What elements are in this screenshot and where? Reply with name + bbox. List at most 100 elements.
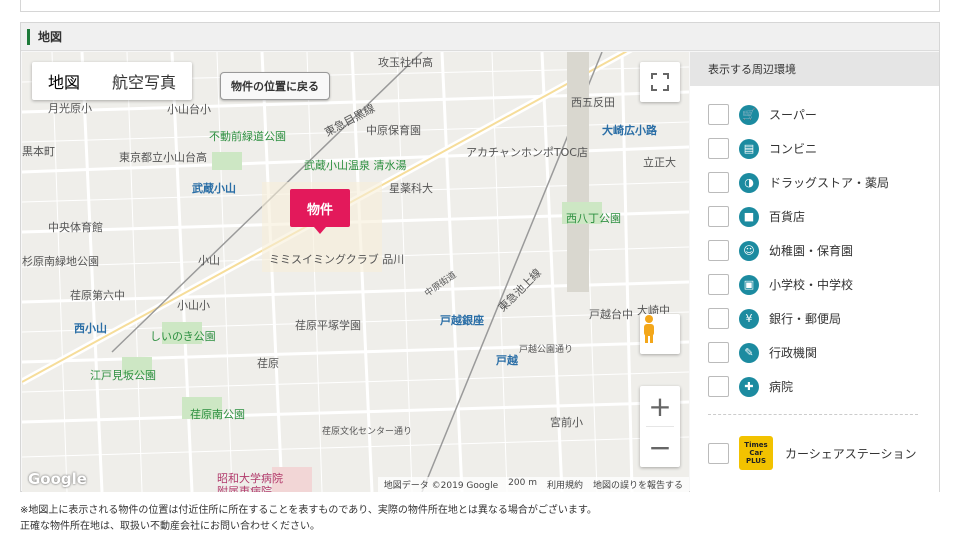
map-attribution: 地図データ ©2019 Google 200 m 利用規約 地図の誤りを報告する xyxy=(377,477,689,492)
header-accent-bar xyxy=(27,28,30,45)
car-share-label: カーシェアステーション xyxy=(785,446,917,461)
clipboard-icon: ✎ xyxy=(739,342,759,363)
street-view-pegman[interactable] xyxy=(640,314,680,354)
hospital-icon: ✚ xyxy=(739,376,759,397)
map-type-map-tab[interactable]: 地図 xyxy=(32,62,96,100)
disclaimer-line: 正確な物件所在地は、取扱い不動産会社にお問い合わせください。 xyxy=(20,521,320,532)
checkbox[interactable] xyxy=(708,172,729,193)
logo-text: PLUS xyxy=(745,457,767,465)
location-disclaimer: ※地図上に表示される物件の位置は付近住所に所在することを表すものであり、実際の物… xyxy=(20,503,597,535)
map-label: 小山台小 xyxy=(167,103,211,116)
report-error-link[interactable]: 地図の誤りを報告する xyxy=(593,478,683,491)
map-label: 武蔵小山 xyxy=(192,182,236,195)
pegman-icon xyxy=(644,315,654,343)
map-label: しいのき公園 xyxy=(150,330,216,343)
map-label: 中央体育館 xyxy=(48,221,103,234)
logo-text: Car xyxy=(749,449,763,457)
pill-icon: ◑ xyxy=(739,172,759,193)
surroundings-label: 銀行・郵便局 xyxy=(769,312,842,326)
surroundings-label: スーパー xyxy=(769,108,817,122)
map-label: アカチャンホンポTOC店 xyxy=(466,146,588,159)
zoom-out-button[interactable]: − xyxy=(640,427,680,467)
map-label: 東京都立小山台高 xyxy=(119,151,207,164)
checkbox[interactable] xyxy=(708,274,729,295)
checkbox[interactable] xyxy=(708,308,729,329)
surroundings-label: ドラッグストア・薬局 xyxy=(769,176,890,190)
map-label: 小山 xyxy=(198,254,220,267)
surroundings-label: 百貨店 xyxy=(769,210,806,224)
surroundings-item[interactable]: ☺ 幼稚園・保育園 xyxy=(708,240,853,261)
map-label: 西八丁公園 xyxy=(566,212,621,225)
map-canvas[interactable]: 攻玉社中高 月光原小 小山台小 西五反田 黒本町 中原保育園 不動前緑道公園 大… xyxy=(22,52,689,492)
store-icon: ▤ xyxy=(739,138,759,159)
child-icon: ☺ xyxy=(739,240,759,261)
map-label: 西五反田 xyxy=(571,96,615,109)
disclaimer-line: ※地図上に表示される物件の位置は付近住所に所在することを表すものであり、実際の物… xyxy=(20,505,597,516)
map-label: 黒本町 xyxy=(22,145,55,158)
surroundings-item[interactable]: 🛒 スーパー xyxy=(708,104,817,125)
map-label: 攻玉社中高 xyxy=(378,56,433,69)
surroundings-label: 病院 xyxy=(769,380,794,394)
property-marker[interactable]: 物件 xyxy=(290,189,350,234)
map-label: 月光原小 xyxy=(48,102,92,115)
surroundings-label: 幼稚園・保育園 xyxy=(769,244,854,258)
map-label: 戸越 xyxy=(496,354,518,367)
map-label: 戸越台中 xyxy=(589,308,633,321)
map-label: 附属東病院 xyxy=(217,485,272,492)
logo-text: Times xyxy=(744,441,768,449)
map-label: 荏原 xyxy=(257,357,279,370)
map-section: 地図 攻玉社中高 月光原小 小山台小 西五反田 黒本町 中原保育園 不動前緑道公… xyxy=(20,22,940,492)
surroundings-item[interactable]: ■ 百貨店 xyxy=(708,206,805,227)
surroundings-label: コンビニ xyxy=(769,142,818,156)
section-header: 地図 xyxy=(21,23,939,51)
map-data-credit: 地図データ ©2019 Google xyxy=(383,481,499,491)
checkbox[interactable] xyxy=(708,206,729,227)
checkbox[interactable] xyxy=(708,138,729,159)
map-type-satellite-tab[interactable]: 航空写真 xyxy=(96,62,192,100)
terms-link[interactable]: 利用規約 xyxy=(547,478,583,491)
surroundings-item[interactable]: ¥ 銀行・郵便局 xyxy=(708,308,841,329)
surroundings-item[interactable]: ✚ 病院 xyxy=(708,376,793,397)
map-label: 小山小 xyxy=(177,299,210,312)
car-share-item[interactable]: Times Car PLUS カーシェアステーション xyxy=(708,436,917,470)
cart-icon: 🛒 xyxy=(739,104,759,125)
map-label: 戸越公園通り xyxy=(519,345,574,355)
surroundings-item[interactable]: ◑ ドラッグストア・薬局 xyxy=(708,172,889,193)
map-label: 戸越銀座 xyxy=(440,314,484,327)
checkbox[interactable] xyxy=(708,240,729,261)
checkbox[interactable] xyxy=(708,342,729,363)
map-label: 星薬科大 xyxy=(389,182,433,195)
panel-divider xyxy=(708,414,918,415)
surroundings-item[interactable]: ▤ コンビニ xyxy=(708,138,817,159)
map-label: 杉原南緑地公園 xyxy=(22,255,99,268)
map-label: 大崎広小路 xyxy=(602,124,657,137)
surroundings-label: 小学校・中学校 xyxy=(769,278,854,292)
map-label: 立正大 xyxy=(643,156,676,169)
times-car-logo: Times Car PLUS xyxy=(739,436,773,470)
checkbox[interactable] xyxy=(708,376,729,397)
checkbox[interactable] xyxy=(708,104,729,125)
bank-icon: ¥ xyxy=(739,308,759,329)
map-label: 荏原平塚学園 xyxy=(295,319,361,332)
map-type-control: 地図 航空写真 xyxy=(32,62,193,100)
surroundings-heading: 表示する周辺環境 xyxy=(690,52,939,86)
school-icon: ▣ xyxy=(739,274,759,295)
surroundings-item[interactable]: ▣ 小学校・中学校 xyxy=(708,274,853,295)
map-label: 荏原文化センター通り xyxy=(322,427,413,437)
zoom-in-button[interactable]: + xyxy=(640,386,680,426)
surroundings-panel: 表示する周辺環境 🛒 スーパー ▤ コンビニ ◑ ドラッグストア・薬局 ■ 百貨… xyxy=(690,52,939,492)
checkbox[interactable] xyxy=(708,442,729,464)
back-to-property-button[interactable]: 物件の位置に戻る xyxy=(220,72,330,100)
map-label: 西小山 xyxy=(74,322,107,335)
top-panel-edge xyxy=(20,0,940,12)
fullscreen-button[interactable] xyxy=(640,62,680,102)
google-logo: Google xyxy=(28,470,87,488)
surroundings-item[interactable]: ✎ 行政機関 xyxy=(708,342,817,363)
bag-icon: ■ xyxy=(739,206,759,227)
fullscreen-icon xyxy=(651,73,669,91)
surroundings-label: 行政機関 xyxy=(769,346,818,360)
map-label: 宮前小 xyxy=(550,416,583,429)
zoom-control: + − xyxy=(640,386,680,467)
map-scale: 200 m xyxy=(508,478,537,488)
map-label: 不動前緑道公園 xyxy=(209,130,286,143)
